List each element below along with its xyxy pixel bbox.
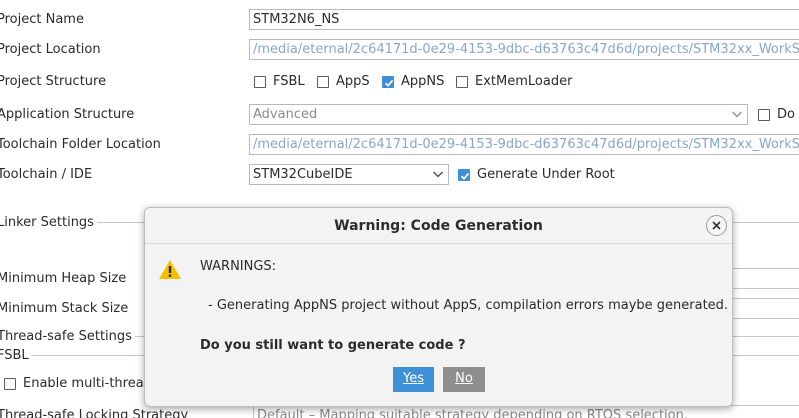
toolchain-ide-label: Toolchain / IDE — [0, 167, 93, 182]
min-heap-label: Minimum Heap Size — [0, 271, 127, 286]
toolchain-ide-combo[interactable]: STM32CubeIDE — [249, 164, 449, 185]
locking-strategy-label: Thread-safe Locking Strategy — [0, 408, 189, 418]
apps-checkbox-label: AppS — [336, 74, 370, 89]
toolchain-folder-field: /media/eternal/2c64171d-0e29-4153-9dbc-d… — [249, 134, 799, 155]
project-structure-label: Project Structure — [0, 74, 107, 89]
close-button[interactable] — [706, 215, 727, 236]
toolchain-ide-value: STM32CubeIDE — [253, 167, 353, 182]
warning-dialog: Warning: Code Generation WARNINGS: - Gen… — [144, 207, 733, 407]
enable-multithread-label: Enable multi-thread — [23, 376, 152, 391]
apps-checkbox[interactable]: AppS — [317, 74, 370, 89]
extmemloader-checkbox-label: ExtMemLoader — [475, 74, 573, 89]
chevron-down-icon — [433, 171, 443, 178]
warning-icon — [159, 260, 181, 279]
confirm-question: Do you still want to generate code ? — [200, 338, 466, 353]
application-structure-label: Application Structure — [0, 107, 135, 122]
generate-under-root-checkbox[interactable]: Generate Under Root — [458, 167, 615, 182]
close-icon — [712, 221, 721, 230]
project-name-label: Project Name — [0, 12, 84, 27]
fsbl-checkbox-label: FSBL — [273, 74, 305, 89]
checkbox-box-checked — [382, 75, 394, 88]
min-stack-field[interactable] — [730, 298, 799, 319]
generate-under-root-label: Generate Under Root — [477, 167, 615, 182]
no-button[interactable]: No — [443, 367, 485, 392]
project-name-field[interactable]: STM32N6_NS — [249, 9, 799, 30]
locking-strategy-value: Default – Mapping suitable strategy depe… — [257, 408, 688, 418]
checkbox-box-checked — [458, 168, 470, 181]
yes-button[interactable]: Yes — [393, 367, 434, 392]
checkmark-icon — [460, 172, 470, 180]
checkbox-box — [456, 75, 468, 88]
application-structure-combo[interactable]: Advanced — [249, 104, 748, 125]
checkmark-icon — [384, 79, 394, 87]
enable-multithread-checkbox[interactable]: Enable multi-thread — [4, 376, 152, 391]
linker-settings-title: Linker Settings — [0, 215, 97, 230]
min-stack-label: Minimum Stack Size — [0, 301, 129, 316]
checkbox-box — [758, 108, 770, 121]
min-heap-field[interactable] — [730, 268, 799, 289]
dialog-header: Warning: Code Generation — [145, 208, 732, 244]
fsbl-checkbox[interactable]: FSBL — [254, 74, 305, 89]
warning-message: - Generating AppNS project without AppS,… — [208, 298, 729, 313]
do-checkbox-label: Do — [777, 107, 795, 122]
appns-checkbox[interactable]: AppNS — [382, 74, 444, 89]
application-structure-value: Advanced — [253, 107, 318, 122]
dialog-title: Warning: Code Generation — [334, 218, 543, 234]
checkbox-box — [254, 75, 266, 88]
project-location-label: Project Location — [0, 42, 101, 57]
fsbl-group-title: FSBL — [0, 348, 32, 363]
extmemloader-checkbox[interactable]: ExtMemLoader — [456, 74, 572, 89]
do-checkbox[interactable]: Do — [758, 107, 795, 122]
thread-safe-settings-title: Thread-safe Settings — [0, 329, 135, 344]
toolchain-folder-label: Toolchain Folder Location — [0, 137, 161, 152]
appns-checkbox-label: AppNS — [401, 74, 445, 89]
warnings-label: WARNINGS: — [200, 259, 277, 274]
project-location-field: /media/eternal/2c64171d-0e29-4153-9dbc-d… — [249, 39, 799, 60]
checkbox-box — [317, 75, 329, 88]
checkbox-box — [4, 377, 16, 390]
chevron-down-icon — [732, 111, 742, 118]
